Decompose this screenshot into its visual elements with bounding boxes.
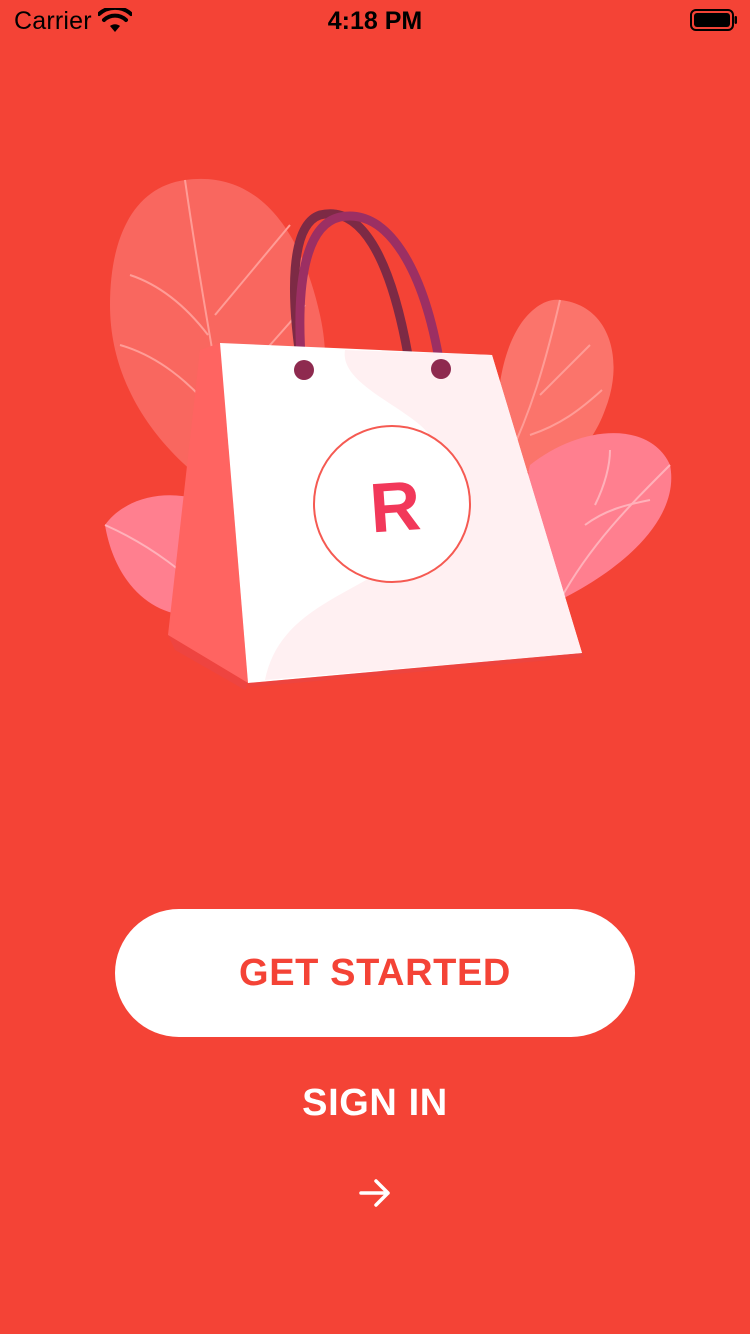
bag-rivet-right <box>431 359 451 379</box>
get-started-button[interactable]: GET STARTED <box>115 909 635 1037</box>
arrow-right-icon[interactable] <box>357 1175 393 1211</box>
sign-in-link[interactable]: SIGN IN <box>0 1082 750 1125</box>
bag-logo-letter: R <box>367 466 423 547</box>
status-time: 4:18 PM <box>327 7 423 35</box>
battery-icon <box>690 9 737 31</box>
status-bar: Carrier 4:18 PM <box>0 0 750 40</box>
shopping-bag-illustration: R <box>104 178 672 690</box>
bag-rivet-left <box>294 360 314 380</box>
